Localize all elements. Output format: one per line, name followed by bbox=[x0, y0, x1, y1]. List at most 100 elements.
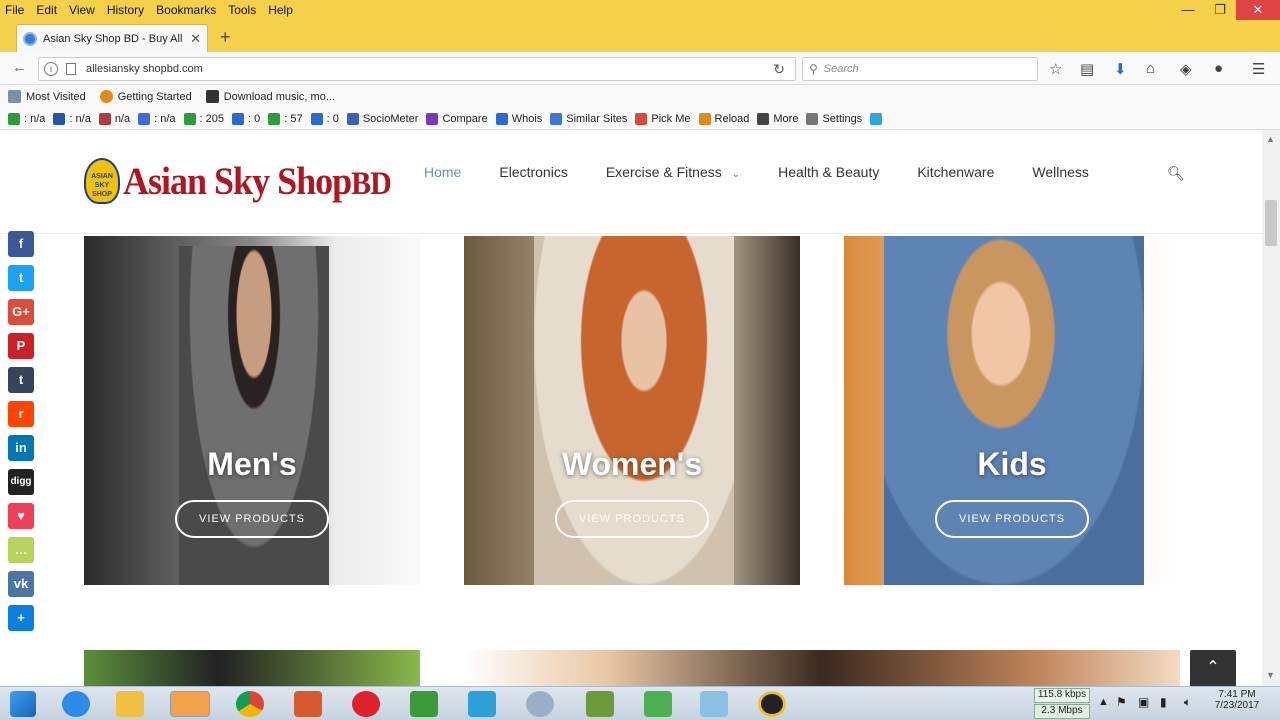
bookmark-star-icon[interactable]: ☆ bbox=[1049, 60, 1062, 78]
chrome-icon[interactable] bbox=[236, 691, 264, 717]
media-player-icon[interactable] bbox=[758, 691, 786, 717]
app-icon[interactable] bbox=[526, 691, 554, 717]
category-card-partial[interactable] bbox=[464, 650, 1180, 686]
addon-item[interactable]: Compare bbox=[426, 112, 488, 125]
new-tab-button[interactable]: + bbox=[220, 27, 231, 48]
scroll-to-top-button[interactable]: ⌃ bbox=[1190, 650, 1236, 686]
nav-electronics[interactable]: Electronics bbox=[499, 164, 567, 180]
search-input[interactable]: ⚲ Search bbox=[802, 57, 1038, 81]
download-icon[interactable]: ⬇ bbox=[1114, 60, 1127, 78]
category-card-kids[interactable]: Kids VIEW PRODUCTS bbox=[844, 236, 1180, 585]
notepad-icon[interactable] bbox=[586, 691, 614, 717]
back-arrow-icon[interactable]: ← bbox=[12, 59, 27, 76]
tray-arrow-icon[interactable]: ▲ bbox=[1098, 696, 1109, 708]
addon-item[interactable]: n/a bbox=[98, 112, 130, 125]
tab-asian-sky-shop[interactable]: Asian Sky Shop BD - Buy All ✕ bbox=[16, 24, 208, 52]
addon-item[interactable]: Pick Me bbox=[635, 112, 691, 125]
category-card-womens[interactable]: Women's VIEW PRODUCTS bbox=[464, 236, 800, 585]
addon-item[interactable]: : 205 bbox=[183, 112, 224, 125]
opera-icon[interactable] bbox=[352, 691, 380, 717]
app-icon[interactable] bbox=[294, 691, 322, 717]
vk-icon[interactable]: vk bbox=[8, 571, 34, 597]
category-card-partial[interactable] bbox=[84, 650, 420, 686]
addon-item[interactable]: : 57 bbox=[268, 112, 303, 125]
linkedin-icon[interactable]: in bbox=[8, 435, 34, 461]
home-icon[interactable]: ⌂ bbox=[1146, 60, 1155, 77]
maximize-button[interactable]: ❐ bbox=[1204, 0, 1236, 20]
digg-icon[interactable]: digg bbox=[8, 469, 34, 495]
extension-icon[interactable]: ● bbox=[1214, 60, 1223, 77]
info-icon[interactable]: i bbox=[44, 62, 58, 76]
clock[interactable]: 7:41 PM 7/23/2017 bbox=[1212, 689, 1262, 711]
scroll-down-icon[interactable]: ▼ bbox=[1266, 670, 1275, 680]
page-scrollbar[interactable]: ▲ ▼ bbox=[1262, 130, 1280, 686]
nav-exercise-fitness[interactable]: Exercise & Fitness ⌄ bbox=[606, 164, 740, 180]
addon-item[interactable]: Similar Sites bbox=[550, 112, 627, 125]
addon-item[interactable]: : n/a bbox=[8, 112, 45, 125]
view-products-button[interactable]: VIEW PRODUCTS bbox=[935, 500, 1089, 538]
reading-list-icon[interactable]: ▤ bbox=[1080, 60, 1094, 78]
nav-kitchenware[interactable]: Kitchenware bbox=[917, 164, 994, 180]
addon-item[interactable]: Whois bbox=[495, 112, 542, 125]
addon-item[interactable]: : 0 bbox=[231, 112, 260, 125]
menu-help[interactable]: Help bbox=[262, 3, 299, 17]
close-window-button[interactable]: ✕ bbox=[1236, 0, 1280, 20]
scrollbar-thumb[interactable] bbox=[1265, 200, 1277, 246]
menu-tools[interactable]: Tools bbox=[222, 3, 262, 17]
hamburger-menu-icon[interactable]: ☰ bbox=[1252, 60, 1265, 78]
tray-icon[interactable]: ▣ bbox=[1138, 695, 1149, 709]
bookmark-getting-started[interactable]: Getting Started bbox=[99, 90, 192, 103]
nav-health-beauty[interactable]: Health & Beauty bbox=[778, 164, 879, 180]
url-text[interactable]: allesiansky shopbd.com bbox=[86, 63, 203, 75]
app-icon[interactable] bbox=[700, 691, 728, 717]
menu-bookmarks[interactable]: Bookmarks bbox=[150, 3, 222, 17]
volume-icon[interactable]: 🔈︎ bbox=[1184, 695, 1191, 710]
site-search-icon[interactable]: 🔍︎ bbox=[1167, 165, 1185, 182]
addon-item[interactable]: : n/a bbox=[53, 112, 91, 125]
tumblr-icon[interactable]: t bbox=[8, 367, 34, 393]
utorrent-icon[interactable] bbox=[644, 691, 672, 717]
internet-explorer-icon[interactable] bbox=[62, 691, 90, 717]
reddit-icon[interactable]: r bbox=[8, 401, 34, 427]
category-card-mens[interactable]: Men's VIEW PRODUCTS bbox=[84, 236, 420, 585]
pinterest-icon[interactable]: P bbox=[8, 333, 34, 359]
filezilla-icon[interactable] bbox=[468, 691, 496, 717]
nav-wellness[interactable]: Wellness bbox=[1032, 164, 1089, 180]
addon-item[interactable]: Reload bbox=[698, 112, 749, 125]
nav-home[interactable]: Home bbox=[424, 164, 461, 180]
site-logo[interactable]: ASIAN SKY SHOP Asian Sky ShopBD bbox=[84, 158, 392, 204]
firefox-taskbar-icon[interactable] bbox=[170, 691, 210, 717]
menu-edit[interactable]: Edit bbox=[30, 3, 63, 17]
addon-item[interactable]: : 0 bbox=[310, 112, 339, 125]
scroll-up-icon[interactable]: ▲ bbox=[1266, 134, 1275, 144]
bookmark-download-music[interactable]: Download music, mo... bbox=[205, 90, 335, 103]
addon-item[interactable]: SocioMeter bbox=[346, 112, 418, 125]
addon-item[interactable] bbox=[870, 112, 886, 125]
network-icon[interactable]: ▮ bbox=[1160, 695, 1167, 709]
tab-close-icon[interactable]: ✕ bbox=[190, 31, 201, 47]
googleplus-icon[interactable]: G+ bbox=[8, 299, 34, 325]
minimize-button[interactable]: — bbox=[1172, 0, 1204, 20]
addon-item[interactable]: Settings bbox=[806, 112, 863, 125]
reload-icon[interactable]: ↻ bbox=[773, 61, 785, 78]
file-explorer-icon[interactable] bbox=[116, 691, 144, 717]
addon-item[interactable]: : n/a bbox=[138, 112, 176, 125]
tray-flag-icon[interactable]: ⚑ bbox=[1116, 695, 1127, 709]
menu-view[interactable]: View bbox=[63, 3, 101, 17]
url-bar[interactable]: i allesiansky shopbd.com ↻ bbox=[38, 57, 796, 81]
view-products-button[interactable]: VIEW PRODUCTS bbox=[555, 500, 709, 538]
start-button-icon[interactable] bbox=[10, 691, 36, 717]
spreadsheet-icon[interactable] bbox=[410, 691, 438, 717]
pocket-toolbar-icon[interactable]: ◈ bbox=[1180, 60, 1192, 78]
share-plus-icon[interactable]: + bbox=[8, 605, 34, 631]
pocket-icon[interactable]: ♥ bbox=[8, 503, 34, 529]
addon-label: Settings bbox=[822, 112, 863, 125]
view-products-button[interactable]: VIEW PRODUCTS bbox=[175, 500, 329, 538]
menu-history[interactable]: History bbox=[101, 3, 150, 17]
facebook-icon[interactable]: f bbox=[8, 231, 34, 257]
twitter-icon[interactable]: t bbox=[8, 265, 34, 291]
chat-icon[interactable]: … bbox=[8, 537, 34, 563]
menu-file[interactable]: File bbox=[0, 3, 30, 17]
bookmark-most-visited[interactable]: Most Visited bbox=[8, 90, 86, 103]
addon-item[interactable]: More bbox=[757, 112, 798, 125]
